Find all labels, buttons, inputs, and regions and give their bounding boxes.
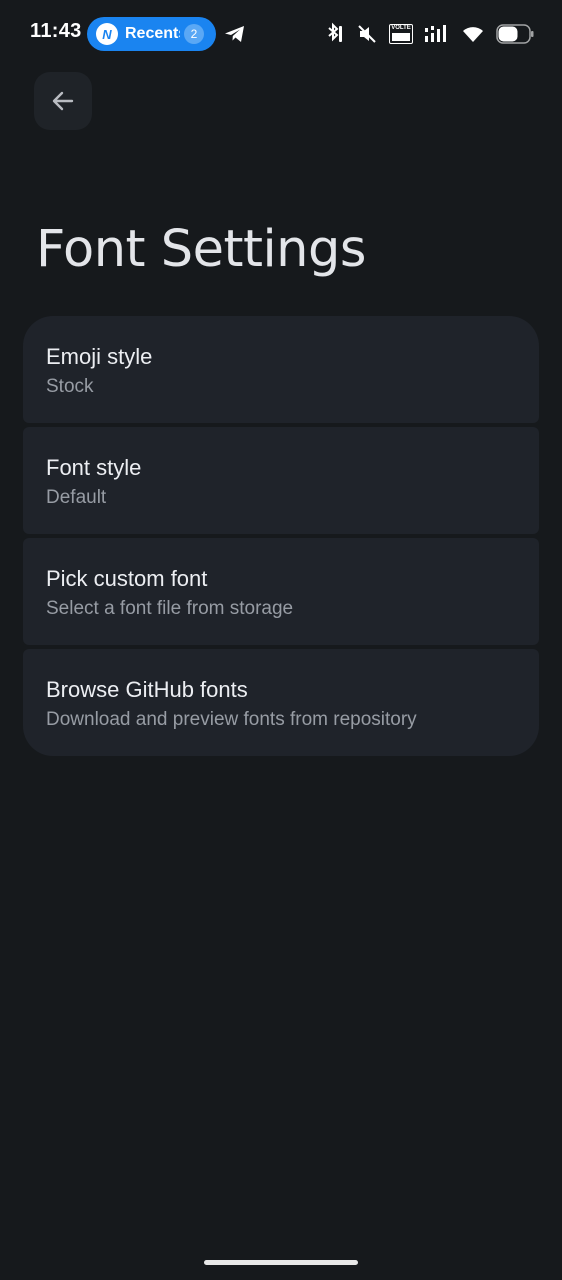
home-indicator[interactable]	[204, 1260, 358, 1265]
setting-title: Emoji style	[46, 344, 153, 369]
setting-font-style[interactable]: Font style Default	[23, 427, 539, 534]
setting-browse-github-fonts[interactable]: Browse GitHub fonts Download and preview…	[23, 649, 539, 756]
signal-icon	[425, 25, 446, 42]
recents-label: Recents	[125, 25, 180, 42]
setting-title: Pick custom font	[46, 566, 208, 591]
setting-subtitle: Download and preview fonts from reposito…	[46, 709, 417, 730]
status-bar: 11:43 N Recents 2 VOLTE	[0, 0, 562, 68]
status-icons: VOLTE	[323, 20, 534, 48]
setting-subtitle: Select a font file from storage	[46, 598, 294, 619]
back-button[interactable]	[34, 72, 92, 130]
battery-icon	[496, 24, 534, 44]
setting-title: Font style	[46, 455, 142, 480]
recents-notification-pill[interactable]: N Recents 2	[87, 17, 216, 51]
settings-list: Emoji style Stock Font style Default Pic…	[23, 316, 539, 756]
volte-icon: VOLTE	[389, 24, 413, 44]
wifi-icon	[463, 27, 483, 42]
bluetooth-icon	[328, 22, 342, 42]
status-time: 11:43	[30, 20, 82, 42]
font-settings-screen: 11:43 N Recents 2 VOLTE	[0, 0, 562, 1280]
setting-emoji-style[interactable]: Emoji style Stock	[23, 316, 539, 423]
setting-title: Browse GitHub fonts	[46, 677, 248, 702]
setting-subtitle: Default	[46, 487, 107, 508]
arrow-left-icon	[52, 91, 74, 111]
telegram-icon	[225, 26, 244, 42]
app-logo-icon: N	[96, 23, 118, 45]
mute-icon	[358, 25, 376, 43]
setting-subtitle: Stock	[46, 376, 94, 397]
recents-count-badge: 2	[184, 24, 204, 44]
volte-label: VOLTE	[391, 25, 411, 31]
setting-pick-custom-font[interactable]: Pick custom font Select a font file from…	[23, 538, 539, 645]
page-title: Font Settings	[36, 220, 366, 279]
